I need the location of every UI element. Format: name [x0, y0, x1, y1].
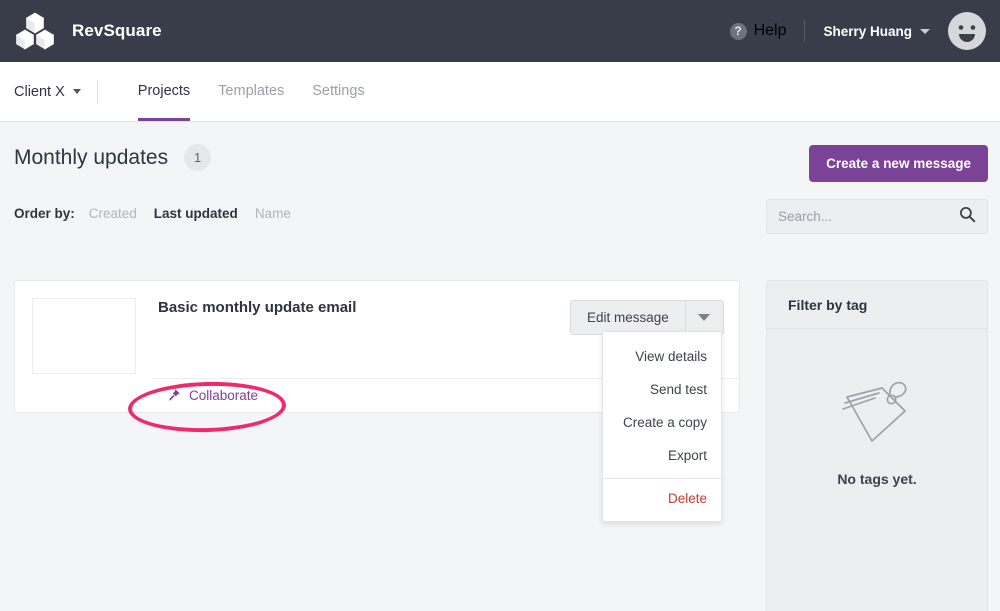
user-name: Sherry Huang [823, 24, 912, 39]
menu-item-export[interactable]: Export [603, 439, 721, 472]
top-header-bar: RevSquare ? Help Sherry Huang [0, 0, 1000, 62]
email-thumbnail-preview[interactable] [32, 298, 136, 374]
sort-option-created[interactable]: Created [89, 206, 137, 221]
user-menu[interactable]: Sherry Huang [823, 24, 930, 39]
page-title-row: Monthly updates 1 [14, 144, 211, 171]
help-link[interactable]: ? Help [730, 22, 787, 40]
brand-name: RevSquare [72, 21, 162, 41]
tab-templates[interactable]: Templates [204, 62, 298, 121]
header-right-group: ? Help Sherry Huang [730, 0, 1000, 62]
sort-option-last-updated[interactable]: Last updated [154, 206, 238, 221]
message-actions-dropdown-menu: View details Send test Create a copy Exp… [602, 331, 722, 522]
message-title[interactable]: Basic monthly update email [158, 299, 356, 316]
nav-divider [97, 80, 98, 104]
tag-empty-state: No tags yet. [767, 329, 987, 487]
edit-message-dropdown-toggle[interactable] [686, 301, 723, 334]
sort-option-name[interactable]: Name [255, 206, 291, 221]
search-icon[interactable] [959, 206, 976, 228]
menu-item-send-test[interactable]: Send test [603, 373, 721, 406]
caret-down-icon [698, 314, 710, 321]
client-selector-label: Client X [14, 84, 65, 100]
smiley-avatar-icon[interactable] [948, 12, 986, 50]
order-by-label: Order by: [14, 206, 75, 221]
search-input[interactable] [778, 209, 959, 224]
chevron-down-icon [73, 89, 81, 94]
collaborate-label: Collaborate [189, 388, 258, 403]
edit-message-split-button: Edit message [570, 300, 724, 335]
edit-message-button[interactable]: Edit message [571, 301, 685, 334]
cubes-logo-icon[interactable] [14, 10, 56, 52]
main-nav-bar: Client X Projects Templates Settings [0, 62, 1000, 122]
question-mark-icon: ? [730, 23, 747, 40]
tab-settings[interactable]: Settings [298, 62, 378, 121]
tab-projects[interactable]: Projects [124, 62, 204, 121]
page-body: Monthly updates 1 Create a new message O… [0, 122, 1000, 611]
chevron-down-icon [920, 29, 930, 34]
filter-by-tag-title: Filter by tag [767, 281, 987, 329]
tab-settings-label: Settings [312, 83, 364, 99]
collaborate-link[interactable]: Collaborate [167, 388, 258, 403]
search-box[interactable] [766, 199, 988, 234]
help-label: Help [754, 22, 787, 40]
client-selector[interactable]: Client X [0, 62, 97, 121]
nav-tabs: Projects Templates Settings [124, 62, 379, 121]
no-tags-text: No tags yet. [837, 471, 916, 487]
app-window: RevSquare ? Help Sherry Huang [0, 0, 1000, 611]
filter-by-tag-panel: Filter by tag No tags yet. [766, 280, 988, 611]
menu-item-delete[interactable]: Delete [603, 478, 721, 515]
tags-illustration-icon [835, 371, 919, 443]
page-title: Monthly updates [14, 146, 168, 170]
tab-projects-label: Projects [138, 83, 190, 99]
order-by-row: Order by: Created Last updated Name [14, 206, 308, 221]
create-new-message-button[interactable]: Create a new message [809, 145, 988, 182]
menu-item-create-a-copy[interactable]: Create a copy [603, 406, 721, 439]
header-divider [804, 20, 805, 42]
tab-templates-label: Templates [218, 83, 284, 99]
message-count-badge: 1 [184, 144, 211, 171]
menu-item-view-details[interactable]: View details [603, 340, 721, 373]
pushpin-icon [167, 388, 181, 403]
